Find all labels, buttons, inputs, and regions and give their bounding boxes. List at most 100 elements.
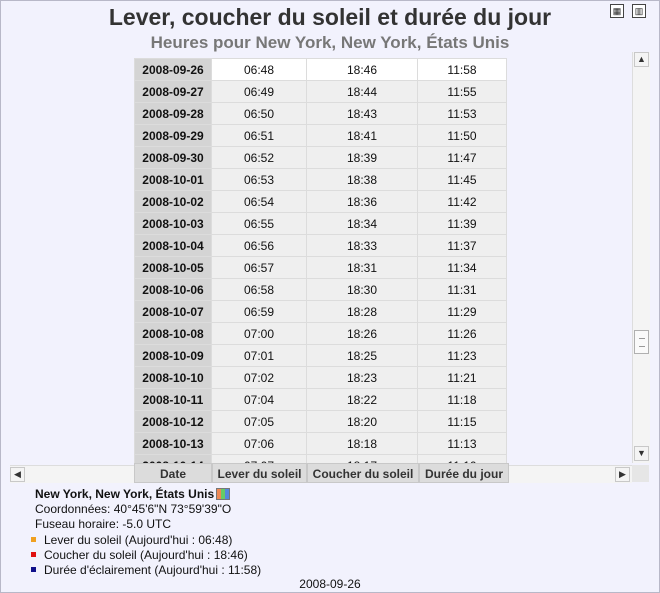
- legend-sunrise-label: Lever du soleil (Aujourd'hui : 06:48): [44, 533, 233, 547]
- sunrise-legend-icon: [31, 537, 36, 542]
- cell-date: 2008-10-03: [134, 212, 212, 235]
- cell-sunrise: 07:05: [211, 410, 307, 433]
- table-row[interactable]: 2008-09-26 06:48 18:46 11:58: [134, 58, 507, 81]
- cell-sunset: 18:41: [306, 124, 418, 147]
- map-flag-icon[interactable]: [216, 488, 231, 500]
- cell-date: 2008-10-02: [134, 190, 212, 213]
- cell-daylength: 11:34: [417, 256, 507, 279]
- legend-daylight-label: Durée d'éclairement (Aujourd'hui : 11:58…: [44, 563, 262, 577]
- cell-daylength: 11:37: [417, 234, 507, 257]
- cell-sunrise: 06:57: [211, 256, 307, 279]
- cell-sunrise: 07:02: [211, 366, 307, 389]
- table-row[interactable]: 2008-10-1407:0718:1711:10: [134, 454, 507, 463]
- vertical-scrollbar[interactable]: ▲ ▼: [632, 52, 650, 463]
- cell-daylength: 11:47: [417, 146, 507, 169]
- cell-sunrise: 06:55: [211, 212, 307, 235]
- footer-date: 2008-09-26: [299, 577, 361, 591]
- table-row[interactable]: 2008-10-07 06:59 18:28 11:29: [134, 300, 507, 323]
- table-row[interactable]: 2008-10-13 07:06 18:18 11:13: [134, 432, 507, 455]
- cell-date: 2008-09-29: [134, 124, 212, 147]
- table-row[interactable]: 2008-10-06 06:58 18:30 11:31: [134, 278, 507, 301]
- cell-sunrise: 07:06: [211, 432, 307, 455]
- cell-daylength: 11:18: [417, 388, 507, 411]
- page-subtitle: Heures pour New York, New York, États Un…: [150, 33, 510, 52]
- sun-table: 2008-09-26 06:48 18:46 11:58 2008-09-27 06:49…: [134, 58, 507, 463]
- cell-date: 2008-10-10: [134, 366, 212, 389]
- scroll-down-button[interactable]: ▼: [634, 446, 649, 461]
- location-timezone: Fuseau horaire: -5.0 UTC: [35, 517, 172, 531]
- table-row[interactable]: 2008-10-08 07:00 18:26 11:26: [134, 322, 507, 345]
- cell-date: 2008-09-27: [134, 80, 212, 103]
- cell-date: 2008-10-12: [134, 410, 212, 433]
- chart-icon[interactable]: ▥: [632, 4, 646, 18]
- scrollbar-corner: [632, 465, 649, 482]
- daylight-legend-icon: [31, 567, 36, 572]
- cell-sunrise: 06:56: [211, 234, 307, 257]
- cell-sunrise: 06:54: [211, 190, 307, 213]
- cell-sunset: 18:22: [306, 388, 418, 411]
- cell-sunset: 18:33: [306, 234, 418, 257]
- cell-daylength: 11:53: [417, 102, 507, 125]
- legend-sunset-label: Coucher du soleil (Aujourd'hui : 18:46): [44, 548, 248, 562]
- cell-daylength: 11:42: [417, 190, 507, 213]
- column-header-sunset[interactable]: Coucher du soleil: [307, 463, 419, 483]
- scroll-right-button[interactable]: ▶: [615, 467, 630, 482]
- table-row[interactable]: 2008-09-29 06:51 18:41 11:50: [134, 124, 507, 147]
- table-row[interactable]: 2008-09-28 06:50 18:43 11:53: [134, 102, 507, 125]
- scroll-left-button[interactable]: ◀: [10, 467, 25, 482]
- column-header-daylength[interactable]: Durée du jour: [419, 463, 509, 483]
- legend-daylight: Durée d'éclairement (Aujourd'hui : 11:58…: [31, 563, 261, 577]
- cell-daylength: 11:13: [417, 432, 507, 455]
- scroll-up-button[interactable]: ▲: [634, 52, 649, 67]
- cell-sunset: 18:31: [306, 256, 418, 279]
- cell-sunset: 18:26: [306, 322, 418, 345]
- location-info: New York, New York, États Unis Coordonné…: [35, 487, 231, 532]
- cell-sunset: 18:34: [306, 212, 418, 235]
- cell-sunrise: 06:58: [211, 278, 307, 301]
- table-row[interactable]: 2008-10-02 06:54 18:36 11:42: [134, 190, 507, 213]
- cell-date: 2008-09-30: [134, 146, 212, 169]
- vertical-scroll-thumb[interactable]: [634, 330, 649, 354]
- table-row[interactable]: 2008-10-10 07:02 18:23 11:21: [134, 366, 507, 389]
- cell-sunrise: 07:01: [211, 344, 307, 367]
- cell-date: 2008-10-11: [134, 388, 212, 411]
- cell-date: 2008-09-26: [134, 58, 212, 81]
- table-row[interactable]: 2008-10-09 07:01 18:25 11:23: [134, 344, 507, 367]
- legend-sunset: Coucher du soleil (Aujourd'hui : 18:46): [31, 548, 248, 562]
- cell-sunrise: 07:04: [211, 388, 307, 411]
- cell-date: 2008-10-09: [134, 344, 212, 367]
- cell-sunset: 18:39: [306, 146, 418, 169]
- cell-sunrise: 06:59: [211, 300, 307, 323]
- cell-daylength: 11:15: [417, 410, 507, 433]
- table-row[interactable]: 2008-10-01 06:53 18:38 11:45: [134, 168, 507, 191]
- cell-date: 2008-09-28: [134, 102, 212, 125]
- legend-sunrise: Lever du soleil (Aujourd'hui : 06:48): [31, 533, 232, 547]
- location-city: New York, New York, États Unis: [35, 487, 215, 501]
- cell-sunrise: 06:51: [211, 124, 307, 147]
- cell-sunset: 18:30: [306, 278, 418, 301]
- cell-sunset: 18:44: [306, 80, 418, 103]
- table-row[interactable]: 2008-10-03 06:55 18:34 11:39: [134, 212, 507, 235]
- column-header-sunrise[interactable]: Lever du soleil: [212, 463, 307, 483]
- cell-daylength: 11:50: [417, 124, 507, 147]
- table-row[interactable]: 2008-10-05 06:57 18:31 11:34: [134, 256, 507, 279]
- calendar-table-icon[interactable]: ▦: [610, 4, 624, 18]
- table-row[interactable]: 2008-10-12 07:05 18:20 11:15: [134, 410, 507, 433]
- cell-daylength: 11:39: [417, 212, 507, 235]
- page-title: Lever, coucher du soleil et durée du jou…: [108, 4, 552, 30]
- cell-sunrise: 06:53: [211, 168, 307, 191]
- table-viewport[interactable]: 2008-09-26 06:48 18:46 11:58 2008-09-27 06:49…: [10, 52, 632, 463]
- cell-daylength: 11:29: [417, 300, 507, 323]
- cell-sunset: 18:36: [306, 190, 418, 213]
- table-row[interactable]: 2008-10-04 06:56 18:33 11:37: [134, 234, 507, 257]
- cell-daylength: 11:31: [417, 278, 507, 301]
- cell-sunset: 18:46: [306, 58, 418, 81]
- table-row[interactable]: 2008-10-11 07:04 18:22 11:18: [134, 388, 507, 411]
- cell-date: 2008-10-06: [134, 278, 212, 301]
- table-row[interactable]: 2008-09-27 06:49 18:44 11:55: [134, 80, 507, 103]
- table-row[interactable]: 2008-09-30 06:52 18:39 11:47: [134, 146, 507, 169]
- column-header-date[interactable]: Date: [134, 463, 212, 483]
- cell-daylength: 11:26: [417, 322, 507, 345]
- cell-sunrise: 07:00: [211, 322, 307, 345]
- cell-date: 2008-10-14: [134, 454, 212, 463]
